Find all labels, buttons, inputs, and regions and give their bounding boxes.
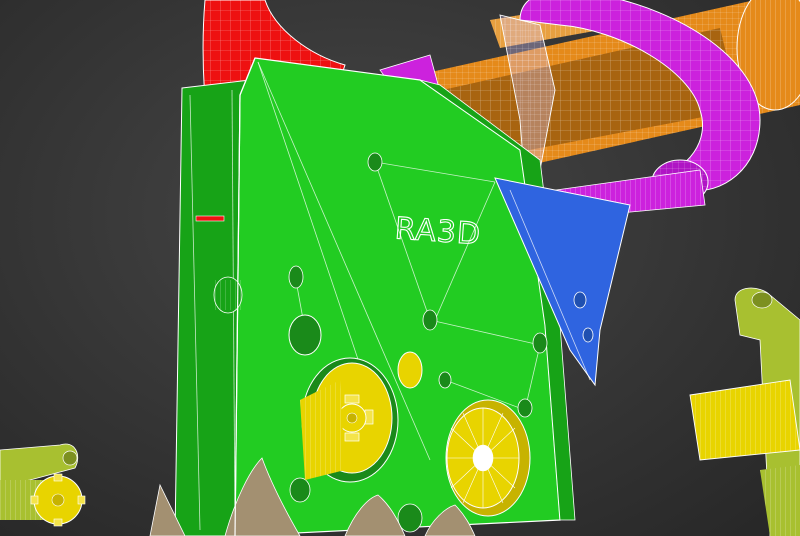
- 3d-viewport[interactable]: RA3D: [0, 0, 800, 536]
- embossed-label: RA3D: [394, 211, 483, 252]
- olive-gear-left: [0, 443, 86, 527]
- wheel-spokes-icon: [445, 399, 531, 517]
- cad-scene: RA3D: [0, 0, 800, 536]
- olive-part-right: [689, 287, 800, 536]
